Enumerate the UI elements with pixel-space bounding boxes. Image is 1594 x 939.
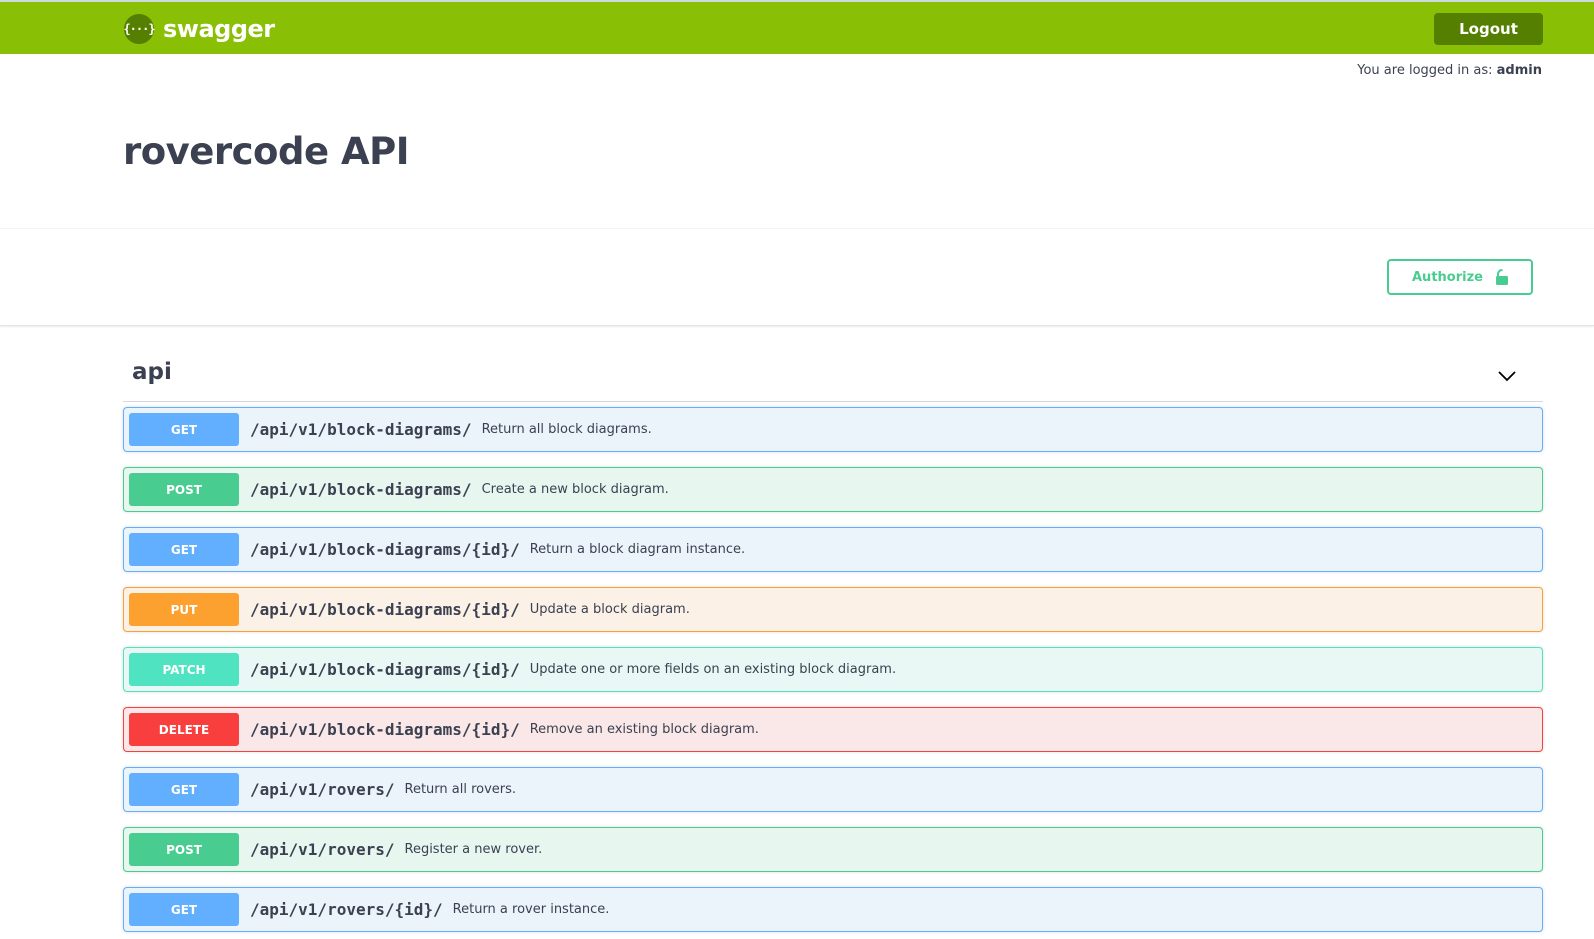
method-badge: POST xyxy=(129,833,239,866)
login-prefix: You are logged in as: xyxy=(1357,63,1493,78)
method-badge: GET xyxy=(129,893,239,926)
operation-row[interactable]: POST/api/v1/rovers/Register a new rover. xyxy=(123,827,1543,872)
swagger-brand[interactable]: {···} swagger xyxy=(123,14,275,44)
swagger-logo-icon: {···} xyxy=(123,14,156,44)
operation-summary: Return a block diagram instance. xyxy=(529,542,746,557)
method-badge: PUT xyxy=(129,593,239,626)
operation-summary: Return all rovers. xyxy=(404,782,517,797)
operation-row[interactable]: DELETE/api/v1/block-diagrams/{id}/ Remove… xyxy=(123,707,1543,752)
operation-path: /api/v1/block-diagrams/ xyxy=(250,420,472,439)
operation-path: /api/v1/block-diagrams/ xyxy=(250,480,472,499)
operation-row[interactable]: GET/api/v1/block-diagrams/Return all blo… xyxy=(123,407,1543,452)
login-status: You are logged in as: admin xyxy=(1357,63,1542,78)
operation-row[interactable]: GET/api/v1/block-diagrams/{id}/ Return a … xyxy=(123,527,1543,572)
authorize-label: Authorize xyxy=(1412,269,1483,285)
authorize-button[interactable]: Authorize xyxy=(1387,259,1533,295)
brand-name: swagger xyxy=(163,15,275,43)
page-title: rovercode API xyxy=(123,130,409,173)
operation-path: /api/v1/rovers/ xyxy=(250,840,395,859)
operation-row[interactable]: GET/api/v1/rovers/{id}/ Return a rover in… xyxy=(123,887,1543,932)
operation-summary: Register a new rover. xyxy=(404,842,543,857)
operation-row[interactable]: GET/api/v1/rovers/Return all rovers. xyxy=(123,767,1543,812)
operation-path: /api/v1/block-diagrams/{id}/ xyxy=(250,600,520,619)
method-badge: POST xyxy=(129,473,239,506)
tag-name: api xyxy=(132,359,172,385)
top-bar: {···} swagger Logout xyxy=(0,0,1594,54)
method-badge: PATCH xyxy=(129,653,239,686)
operation-summary: Update a block diagram. xyxy=(529,602,690,617)
chevron-down-icon[interactable] xyxy=(1497,366,1517,386)
operation-path: /api/v1/block-diagrams/{id}/ xyxy=(250,540,520,559)
operation-path: /api/v1/block-diagrams/{id}/ xyxy=(250,660,520,679)
operation-summary: Return a rover instance. xyxy=(452,902,610,917)
method-badge: GET xyxy=(129,533,239,566)
lock-icon xyxy=(1496,269,1508,285)
operation-path: /api/v1/rovers/{id}/ xyxy=(250,900,443,919)
operation-summary: Update one or more fields on an existing… xyxy=(529,662,897,677)
operation-summary: Create a new block diagram. xyxy=(481,482,669,497)
operation-row[interactable]: PATCH/api/v1/block-diagrams/{id}/ Update … xyxy=(123,647,1543,692)
logout-button[interactable]: Logout xyxy=(1434,13,1543,45)
scheme-container: Authorize xyxy=(0,228,1594,326)
method-badge: GET xyxy=(129,413,239,446)
operation-summary: Remove an existing block diagram. xyxy=(529,722,759,737)
tag-header-api[interactable]: api xyxy=(123,354,1543,402)
method-badge: GET xyxy=(129,773,239,806)
login-user: admin xyxy=(1496,63,1542,78)
operation-path: /api/v1/block-diagrams/{id}/ xyxy=(250,720,520,739)
operation-summary: Return all block diagrams. xyxy=(481,422,652,437)
operation-path: /api/v1/rovers/ xyxy=(250,780,395,799)
operation-row[interactable]: PUT/api/v1/block-diagrams/{id}/ Update a … xyxy=(123,587,1543,632)
method-badge: DELETE xyxy=(129,713,239,746)
operation-row[interactable]: POST/api/v1/block-diagrams/Create a new … xyxy=(123,467,1543,512)
